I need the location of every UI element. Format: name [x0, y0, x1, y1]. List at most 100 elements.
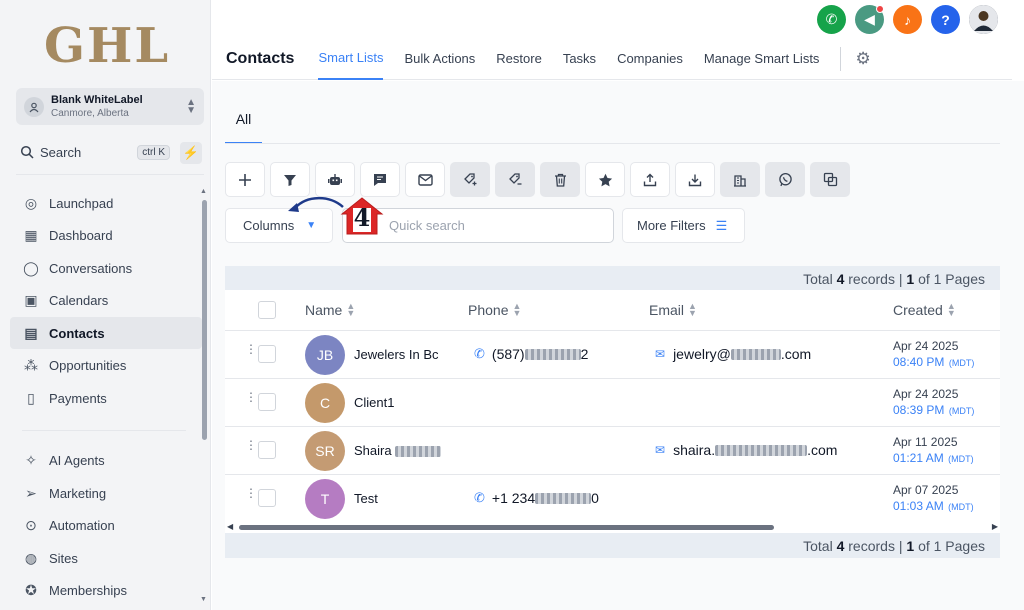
remove-tag-icon[interactable]	[495, 162, 535, 197]
table-row[interactable]: ⋮ JB Jewelers In Bc ✆ (587) 2 ✉ jewelry@ .c…	[225, 330, 1000, 378]
sidebar-item-launchpad[interactable]: ◎ Launchpad	[10, 187, 202, 219]
tab-smart-lists[interactable]: Smart Lists	[318, 38, 384, 80]
redacted-blur	[535, 492, 592, 504]
created-cell: Apr 11 2025 01:21 AM (MDT)	[893, 435, 974, 467]
sort-icon[interactable]: ▲ ▼	[512, 302, 521, 318]
tab-tasks[interactable]: Tasks	[563, 38, 596, 80]
contact-name[interactable]: Client1	[354, 395, 394, 410]
sidebar-item-automation[interactable]: ⊙ Automation	[10, 509, 202, 541]
robot-icon[interactable]	[315, 162, 355, 197]
contact-phone[interactable]: ✆ (587) 2	[474, 346, 588, 362]
scroll-left-arrow-icon[interactable]: ◀	[227, 522, 233, 531]
sidebar-item-label: Dashboard	[49, 227, 113, 243]
records-summary-bottom: Total 4 records | 1 of 1 Pages	[225, 533, 1000, 558]
table-row[interactable]: ⋮ T Test ✆ +1 234 0 Apr 07 2025 01:03 AM (…	[225, 474, 1000, 522]
tab-all[interactable]: All	[225, 104, 262, 144]
row-checkbox[interactable]	[258, 489, 276, 507]
sidebar-item-contacts[interactable]: ▤ Contacts	[10, 317, 202, 349]
sidebar-item-label: Launchpad	[49, 195, 114, 211]
sort-icon[interactable]: ▲ ▼	[947, 302, 956, 318]
redacted-blur	[524, 348, 581, 360]
email-text: shaira.	[673, 442, 716, 458]
tabs-divider	[840, 46, 842, 71]
quick-action-bolt-icon[interactable]: ⚡	[180, 142, 202, 164]
contact-email[interactable]: ✉ jewelry@ .com	[655, 346, 811, 362]
chevron-down-icon: ▼	[306, 220, 317, 231]
column-header-created[interactable]: Created ▲ ▼	[893, 290, 956, 330]
email-icon[interactable]	[405, 162, 445, 197]
created-cell: Apr 24 2025 08:40 PM (MDT)	[893, 339, 974, 371]
row-checkbox[interactable]	[258, 393, 276, 411]
location-sub: Canmore, Alberta	[51, 107, 129, 119]
table-row[interactable]: ⋮ C Client1 Apr 24 2025 08:39 PM (MDT)	[225, 378, 1000, 426]
contact-email[interactable]: ✉ shaira. .com	[655, 442, 837, 458]
tab-restore[interactable]: Restore	[496, 38, 542, 80]
sidebar-item-dashboard[interactable]: ▦ Dashboard	[10, 219, 202, 251]
select-all-checkbox[interactable]	[258, 290, 276, 330]
contact-phone[interactable]: ✆ +1 234 0	[474, 490, 599, 506]
sidebar-item-marketing[interactable]: ➢ Marketing	[10, 477, 202, 509]
brand-logo[interactable]: GHL	[44, 18, 170, 74]
more-filters-label: More Filters	[637, 218, 706, 233]
bell-icon[interactable]: ♪	[893, 5, 922, 34]
sidebar-item-calendars[interactable]: ▣ Calendars	[10, 284, 202, 316]
scroll-right-arrow-icon[interactable]: ▶	[992, 522, 998, 531]
export-icon[interactable]	[630, 162, 670, 197]
gear-icon[interactable]: ⚙	[855, 49, 870, 69]
tab-bulk-actions[interactable]: Bulk Actions	[404, 38, 475, 80]
drag-handle-icon[interactable]: ⋮	[245, 391, 257, 403]
tab-manage-smart-lists[interactable]: Manage Smart Lists	[704, 38, 820, 80]
tab-companies[interactable]: Companies	[617, 38, 683, 80]
company-icon[interactable]	[720, 162, 760, 197]
sidebar-item-ai-agents[interactable]: ✧ AI Agents	[10, 444, 202, 476]
contact-name[interactable]: Jewelers In Bc	[354, 347, 439, 362]
message-icon[interactable]	[360, 162, 400, 197]
more-filters-button[interactable]: More Filters ☰	[622, 208, 745, 243]
table-horizontal-scrollbar[interactable]: ◀ ▶	[225, 522, 1000, 532]
import-icon[interactable]	[675, 162, 715, 197]
drag-handle-icon[interactable]: ⋮	[245, 343, 257, 355]
row-checkbox[interactable]	[258, 441, 276, 459]
sort-icon[interactable]: ▲ ▼	[346, 302, 355, 318]
created-time: 01:21 AM	[893, 451, 944, 465]
header-label: Email	[649, 302, 685, 318]
drag-handle-icon[interactable]: ⋮	[245, 487, 257, 499]
contact-name[interactable]: Shaira	[354, 443, 442, 458]
contact-name[interactable]: Test	[354, 491, 378, 506]
sidebar-item-sites[interactable]: ◍ Sites	[10, 542, 202, 574]
whatsapp-icon[interactable]	[765, 162, 805, 197]
phone-icon[interactable]: ✆	[817, 5, 846, 34]
award-icon: ✪	[25, 581, 37, 598]
drag-handle-icon[interactable]: ⋮	[245, 439, 257, 451]
add-icon[interactable]	[225, 162, 265, 197]
sidebar-item-conversations[interactable]: ◯ Conversations	[10, 252, 202, 284]
scrollbar-thumb[interactable]	[239, 525, 774, 530]
table-row[interactable]: ⋮ SR Shaira ✉ shaira. .com Apr 11 2025 01:2…	[225, 426, 1000, 474]
megaphone-icon[interactable]: ◀	[855, 5, 884, 34]
location-switcher[interactable]: Blank WhiteLabel Canmore, Alberta ▲ ▼	[16, 88, 204, 125]
delete-icon[interactable]	[540, 162, 580, 197]
scroll-down-arrow-icon[interactable]: ▼	[200, 596, 207, 603]
created-cell: Apr 24 2025 08:39 PM (MDT)	[893, 387, 974, 419]
column-header-name[interactable]: Name ▲ ▼	[305, 290, 355, 330]
sort-icon[interactable]: ▲ ▼	[688, 302, 697, 318]
sidebar-item-opportunities[interactable]: ⁂ Opportunities	[10, 349, 202, 381]
sidebar-item-payments[interactable]: ▯ Payments	[10, 382, 202, 414]
search-shortcut: ctrl K	[137, 144, 170, 160]
merge-icon[interactable]	[810, 162, 850, 197]
star-icon[interactable]	[585, 162, 625, 197]
sidebar-divider	[16, 174, 204, 175]
scroll-up-arrow-icon[interactable]: ▲	[200, 188, 207, 195]
sidebar-item-memberships[interactable]: ✪ Memberships	[10, 574, 202, 606]
column-header-phone[interactable]: Phone ▲ ▼	[468, 290, 521, 330]
column-header-email[interactable]: Email ▲ ▼	[649, 290, 697, 330]
help-icon[interactable]: ?	[931, 5, 960, 34]
add-tag-icon[interactable]	[450, 162, 490, 197]
filter-icon[interactable]	[270, 162, 310, 197]
user-avatar[interactable]	[969, 5, 998, 34]
created-time: 01:03 AM	[893, 499, 944, 513]
row-checkbox[interactable]	[258, 345, 276, 363]
sidebar-search[interactable]: Search ctrl K	[16, 140, 174, 164]
sidebar-scrollbar[interactable]	[202, 200, 207, 440]
checkbox[interactable]	[258, 301, 276, 319]
